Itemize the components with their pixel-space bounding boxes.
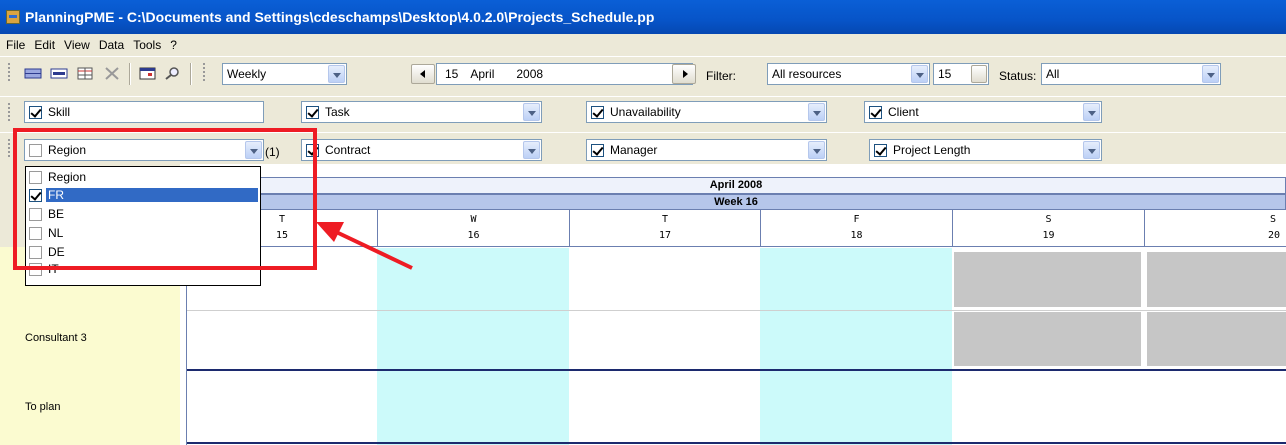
task-filter[interactable]: Task — [301, 101, 542, 123]
toolbar-grip[interactable] — [8, 63, 11, 81]
chevron-down-icon[interactable] — [1202, 65, 1219, 83]
status-label: Status: — [999, 69, 1037, 83]
chevron-down-icon[interactable] — [523, 103, 540, 121]
skill-checkbox[interactable] — [29, 105, 42, 119]
highlight-box — [13, 128, 317, 270]
week-header: Week 16 — [186, 194, 1286, 210]
day-number: 17 — [658, 230, 672, 241]
project-length-checkbox[interactable] — [874, 143, 887, 157]
day-header[interactable]: T 17 — [569, 210, 760, 247]
grid-view-icon[interactable] — [24, 67, 42, 80]
day-letter: S — [1269, 214, 1276, 225]
view-mode-value: Weekly — [227, 67, 267, 81]
title-bar: PlanningPME - C:\Documents and Settings\… — [0, 0, 1286, 34]
date-month: April — [470, 67, 495, 81]
toolbar-grip[interactable] — [8, 103, 11, 121]
bar-view-icon[interactable] — [50, 67, 68, 80]
client-checkbox[interactable] — [869, 105, 882, 119]
status-select[interactable]: All — [1041, 63, 1221, 85]
skill-label: Skill — [48, 105, 71, 119]
toolbar-grip[interactable] — [203, 63, 206, 81]
day-number: 20 — [1267, 230, 1280, 241]
date-year: 2008 — [516, 67, 544, 81]
filter-toolbar-1: Skill Task Unavailability Client — [0, 96, 1286, 128]
manager-filter[interactable]: Manager — [586, 139, 827, 161]
contract-filter[interactable]: Contract — [301, 139, 542, 161]
toolbar-separator — [190, 63, 192, 85]
unavailability-label: Unavailability — [610, 105, 681, 119]
month-header: April 2008 — [186, 177, 1286, 194]
chevron-down-icon[interactable] — [1083, 141, 1100, 159]
weekend-cell[interactable] — [954, 312, 1141, 366]
day-number: 19 — [1042, 230, 1055, 241]
chevron-down-icon[interactable] — [523, 141, 540, 159]
toolbar-separator — [129, 63, 131, 85]
filter-value: All resources — [772, 67, 842, 81]
weekend-cell[interactable] — [1147, 312, 1286, 366]
next-date-button[interactable] — [672, 64, 696, 84]
chevron-down-icon[interactable] — [1083, 103, 1100, 121]
client-label: Client — [888, 105, 919, 119]
day-number: 18 — [850, 230, 863, 241]
chevron-down-icon[interactable] — [808, 103, 825, 121]
skill-filter[interactable]: Skill — [24, 101, 264, 123]
window-icon[interactable] — [139, 67, 157, 80]
menu-file[interactable]: File — [6, 38, 25, 52]
day-letter: F — [853, 214, 860, 225]
task-checkbox[interactable] — [306, 105, 319, 119]
chevron-down-icon[interactable] — [808, 141, 825, 159]
filter-select[interactable]: All resources — [767, 63, 930, 85]
manager-label: Manager — [610, 143, 658, 157]
menu-data[interactable]: Data — [99, 38, 124, 52]
menu-bar: File Edit View Data Tools ? — [0, 34, 1286, 56]
weekend-cell[interactable] — [954, 252, 1141, 307]
menu-view[interactable]: View — [64, 38, 90, 52]
chevron-down-icon[interactable] — [328, 65, 345, 83]
day-header[interactable]: S 20 — [1144, 210, 1286, 247]
day-header[interactable]: F 18 — [760, 210, 952, 247]
project-length-filter[interactable]: Project Length — [869, 139, 1102, 161]
resource-row-label[interactable]: To plan — [25, 401, 60, 413]
menu-help[interactable]: ? — [170, 38, 177, 52]
view-mode-select[interactable]: Weekly — [222, 63, 347, 85]
row-divider — [186, 310, 1286, 311]
project-length-label: Project Length — [893, 143, 971, 157]
previous-date-button[interactable] — [411, 64, 435, 84]
client-filter[interactable]: Client — [864, 101, 1102, 123]
unavailability-checkbox[interactable] — [591, 105, 604, 119]
day-letter: S — [1045, 214, 1052, 225]
date-picker[interactable]: 15 April 2008 — [436, 63, 693, 85]
unavailability-filter[interactable]: Unavailability — [586, 101, 827, 123]
day-header[interactable]: S 19 — [952, 210, 1144, 247]
day-cell-shaded[interactable] — [760, 248, 952, 445]
toolbar-grip[interactable] — [8, 139, 11, 157]
spinner-arrows-icon[interactable] — [971, 65, 987, 83]
annotation-arrow-icon — [316, 222, 413, 270]
resource-row-label[interactable]: Consultant 3 — [25, 332, 87, 344]
resources-icon[interactable] — [76, 67, 94, 80]
date-day: 15 — [445, 67, 459, 81]
weekend-cell[interactable] — [1147, 252, 1286, 307]
status-value: All — [1046, 67, 1060, 81]
filter-label: Filter: — [706, 69, 736, 83]
contract-label: Contract — [325, 143, 371, 157]
task-label: Task — [325, 105, 350, 119]
app-icon — [6, 10, 20, 24]
delete-icon[interactable] — [103, 67, 121, 80]
main-toolbar: Weekly 15 April 2008 Filter: All resourc… — [0, 56, 1286, 88]
menu-tools[interactable]: Tools — [133, 38, 161, 52]
row-divider — [186, 369, 1286, 371]
menu-edit[interactable]: Edit — [34, 38, 55, 52]
day-letter: T — [661, 214, 669, 225]
row-divider — [186, 442, 1286, 444]
manager-checkbox[interactable] — [591, 143, 604, 157]
window-title: PlanningPME - C:\Documents and Settings\… — [25, 9, 655, 25]
spin-value: 15 — [938, 67, 952, 81]
spin-input[interactable]: 15 — [933, 63, 989, 85]
chevron-down-icon[interactable] — [911, 65, 928, 83]
search-icon[interactable] — [163, 67, 181, 80]
